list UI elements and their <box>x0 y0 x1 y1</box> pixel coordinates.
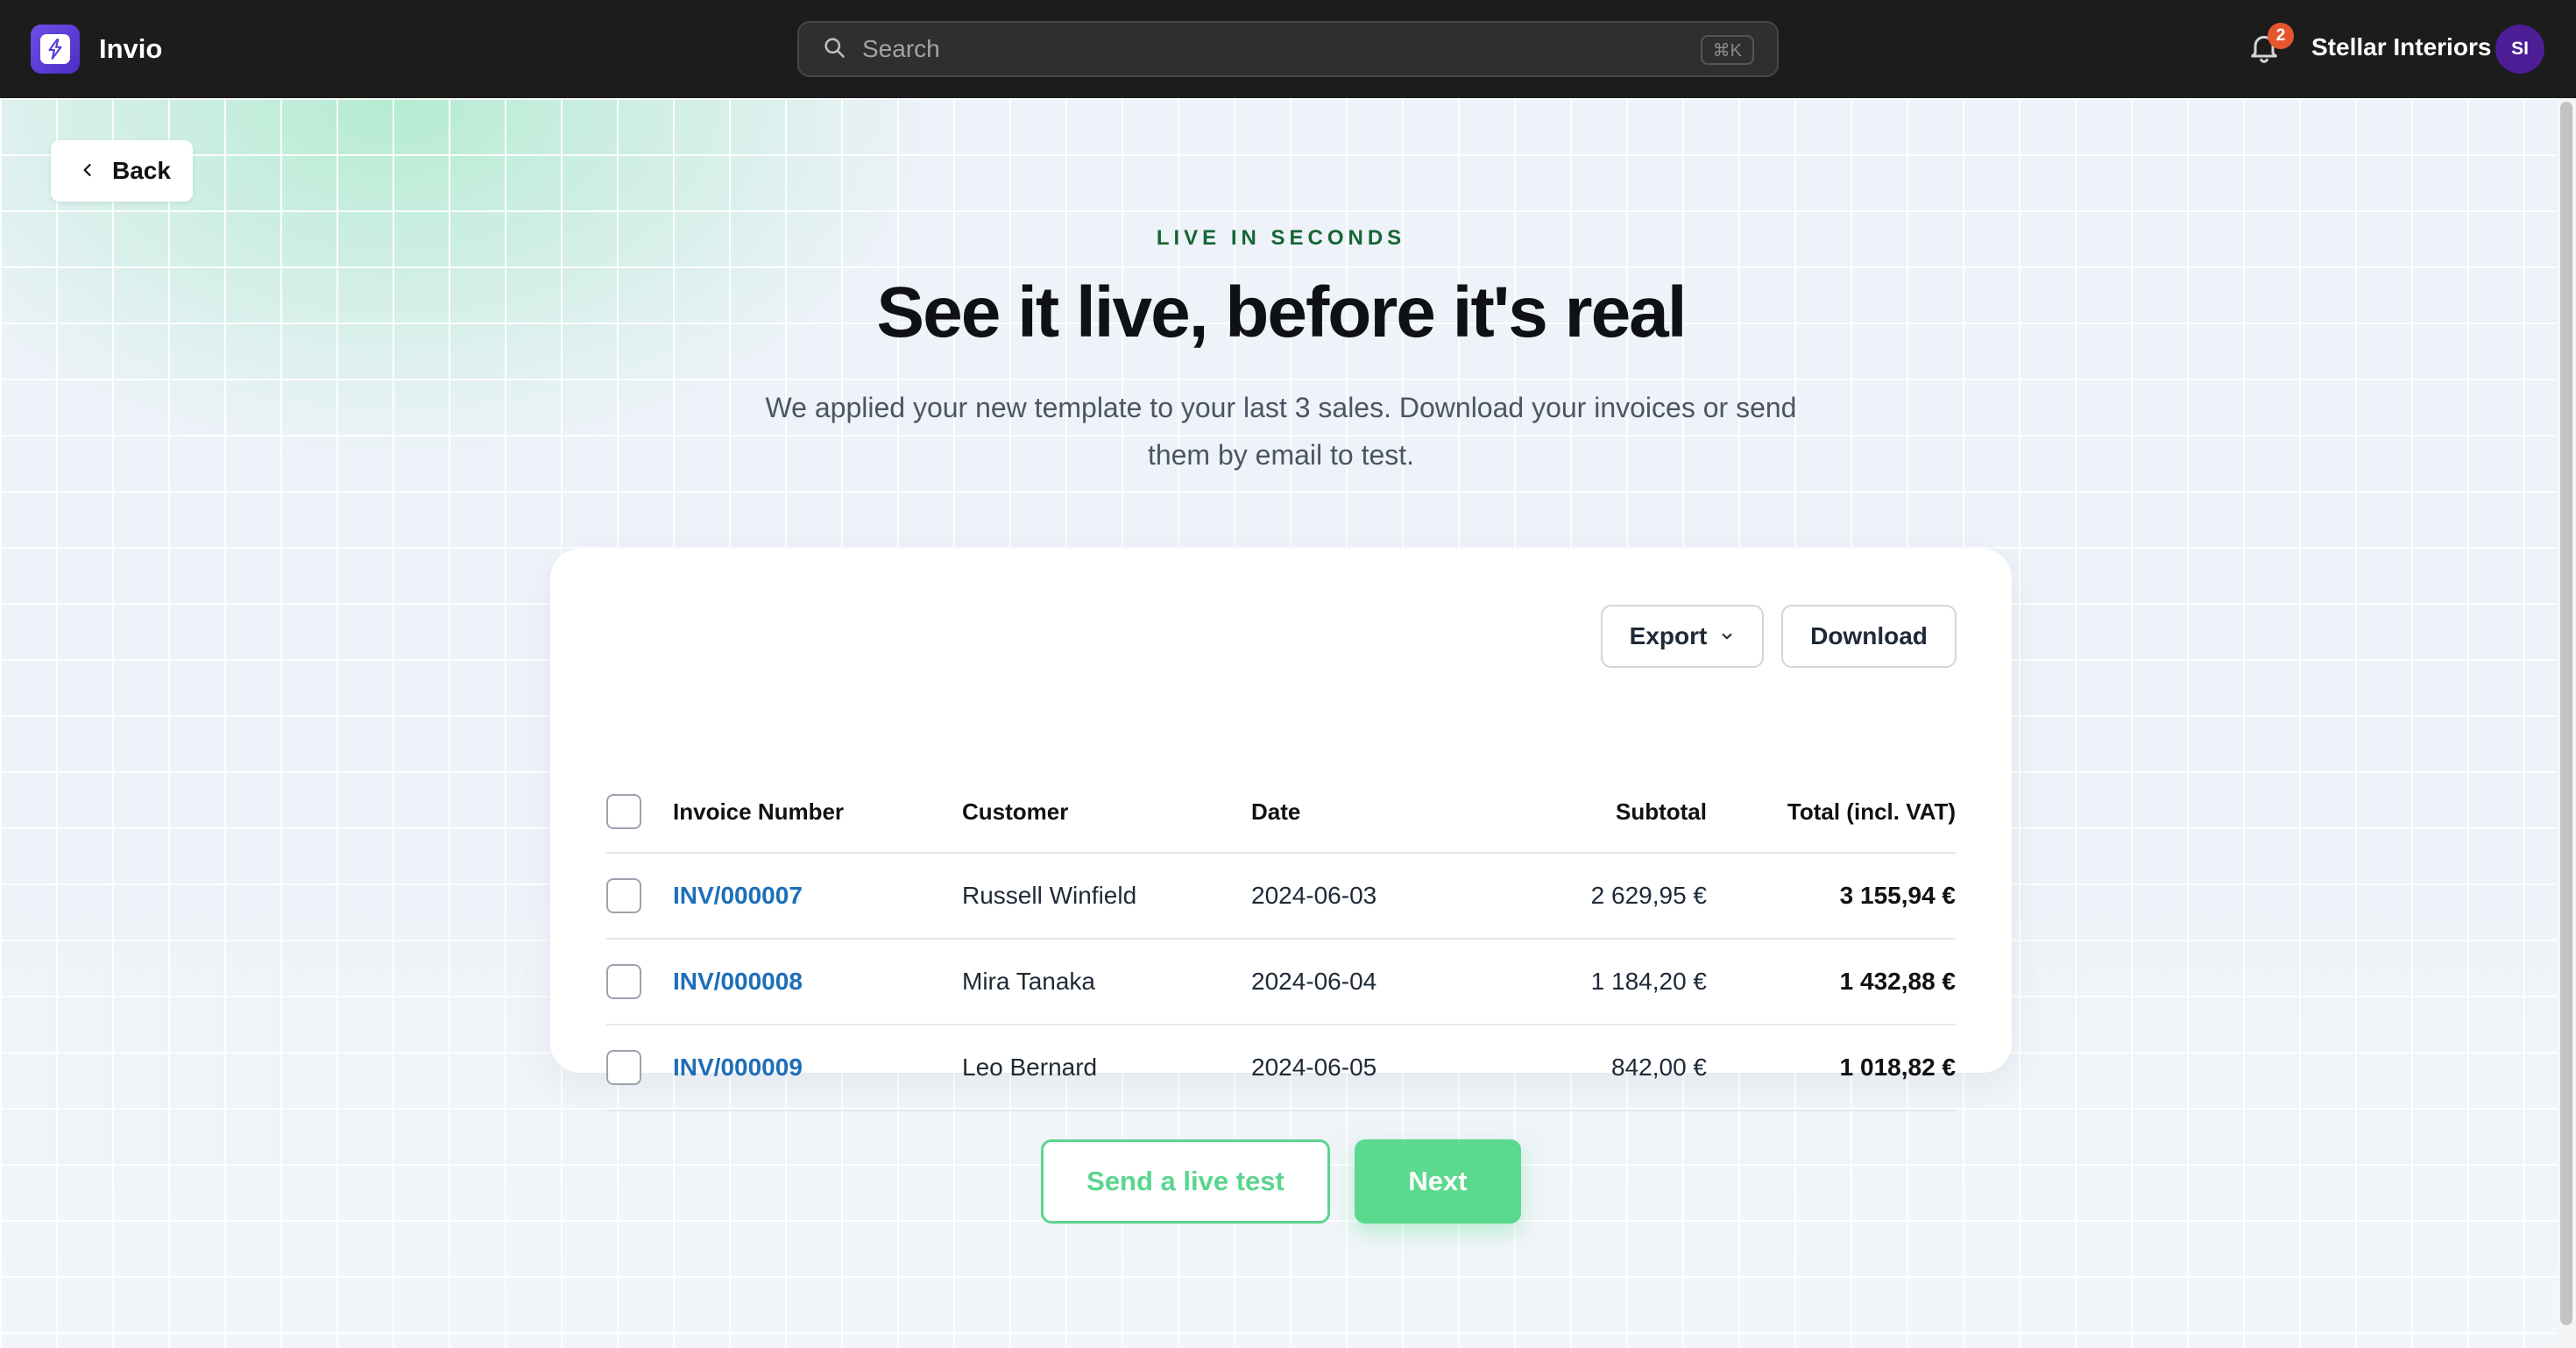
column-header[interactable]: Invoice Number <box>673 771 844 852</box>
invoice-date: 2024-06-03 <box>1251 882 1377 909</box>
column-header[interactable]: Total (incl. VAT) <box>1787 771 1956 852</box>
search-icon <box>822 35 846 64</box>
back-button[interactable]: Back <box>51 140 193 202</box>
download-button[interactable]: Download <box>1781 605 1957 668</box>
scrollbar[interactable] <box>2557 98 2576 1348</box>
column-header[interactable]: Date <box>1251 771 1300 852</box>
column-header[interactable]: Customer <box>962 771 1068 852</box>
scrollbar-thumb[interactable] <box>2560 102 2572 1325</box>
total-value: 1 432,88 € <box>1839 968 1956 995</box>
invoice-date: 2024-06-04 <box>1251 968 1377 995</box>
app-name: Invio <box>99 33 163 64</box>
table-row[interactable]: INV/000007 Russell Winfield 2024-06-03 2… <box>606 854 1956 940</box>
top-bar: Invio Search ⌘K 2 Stellar Interiors SI <box>0 0 2576 98</box>
page-title: See it live, before it's real <box>876 273 1687 352</box>
column-header[interactable]: Subtotal <box>1616 771 1707 852</box>
app-logo <box>31 25 80 74</box>
select-all-checkbox[interactable] <box>606 794 641 829</box>
customer-name: Leo Bernard <box>962 1054 1098 1081</box>
avatar[interactable]: SI <box>2495 25 2544 74</box>
company-name[interactable]: Stellar Interiors <box>2311 33 2491 61</box>
send-live-test-button[interactable]: Send a live test <box>1041 1139 1330 1224</box>
subtotal-value: 842,00 € <box>1611 1054 1707 1081</box>
invoices-card: Export Download Invoice Number Customer … <box>550 549 2012 1111</box>
back-label: Back <box>112 157 171 184</box>
invoice-date: 2024-06-05 <box>1251 1054 1377 1081</box>
table-row[interactable]: INV/000009 Leo Bernard 2024-06-05 842,00… <box>606 1025 1956 1111</box>
invoice-table: Invoice Number Customer Date Subtotal To… <box>606 771 1956 1111</box>
table-row[interactable]: INV/000008 Mira Tanaka 2024-06-04 1 184,… <box>606 940 1956 1025</box>
row-checkbox[interactable] <box>606 878 641 913</box>
invoice-number-link[interactable]: INV/000008 <box>673 940 803 1024</box>
row-checkbox[interactable] <box>606 1050 641 1085</box>
row-checkbox[interactable] <box>606 964 641 999</box>
invoice-number-link[interactable]: INV/000007 <box>673 854 803 938</box>
next-button[interactable]: Next <box>1355 1139 1521 1224</box>
subtotal-value: 2 629,95 € <box>1590 882 1707 909</box>
customer-name: Mira Tanaka <box>962 968 1096 995</box>
search-placeholder: Search <box>862 35 940 62</box>
eyebrow-label: LIVE IN SECONDS <box>1156 226 1406 250</box>
page-subtitle: We applied your new template to your las… <box>765 392 1797 471</box>
lightning-bolt-icon <box>40 34 70 64</box>
total-value: 3 155,94 € <box>1839 882 1956 909</box>
export-button[interactable]: Export <box>1601 605 1764 668</box>
subtotal-value: 1 184,20 € <box>1590 968 1707 995</box>
chevron-left-icon <box>79 157 96 185</box>
search-shortcut-hint: ⌘K <box>1700 35 1754 65</box>
invoice-number-link[interactable]: INV/000009 <box>673 1025 803 1110</box>
chevron-down-icon <box>1719 628 1735 644</box>
notification-badge: 2 <box>2268 23 2294 49</box>
search-input[interactable]: Search ⌘K <box>797 21 1779 77</box>
customer-name: Russell Winfield <box>962 882 1137 909</box>
table-header: Invoice Number Customer Date Subtotal To… <box>606 771 1956 854</box>
main-content: Back LIVE IN SECONDS See it live, before… <box>0 98 2576 1348</box>
export-label: Export <box>1629 622 1708 649</box>
total-value: 1 018,82 € <box>1839 1054 1956 1081</box>
brand[interactable]: Invio <box>31 25 162 74</box>
